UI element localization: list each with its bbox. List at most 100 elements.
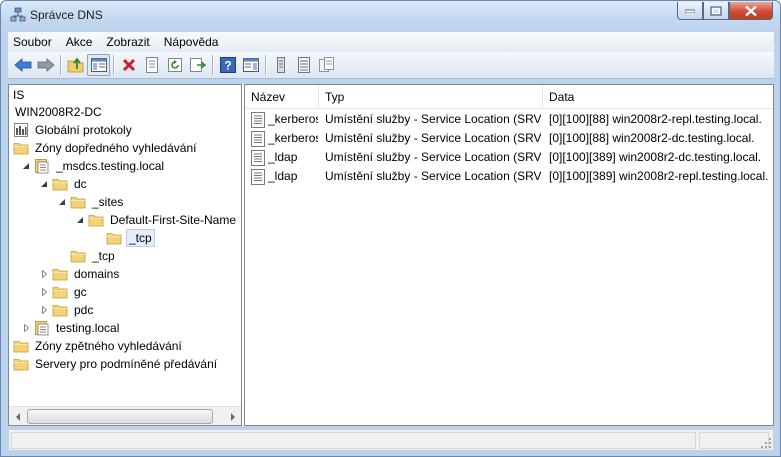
tree-item[interactable]: pdc bbox=[39, 301, 95, 319]
back-button[interactable] bbox=[11, 54, 34, 76]
dns-record-icon bbox=[251, 112, 265, 128]
toolbar-separator bbox=[113, 55, 114, 75]
dns-record-icon bbox=[251, 150, 265, 166]
toolbar: ? bbox=[8, 52, 774, 79]
properties-button[interactable] bbox=[140, 54, 163, 76]
tree-item[interactable]: Globální protokoly bbox=[13, 121, 134, 139]
tree-item-label: domains bbox=[74, 267, 120, 281]
tree-horizontal-scrollbar[interactable] bbox=[9, 406, 241, 425]
record-type: Umístění služby - Service Location (SRV) bbox=[325, 169, 541, 183]
folder-icon bbox=[106, 230, 122, 246]
tree-root[interactable]: IS bbox=[11, 86, 26, 104]
collapsed-arrow-icon[interactable] bbox=[39, 265, 49, 283]
menu-napoveda[interactable]: Nápověda bbox=[158, 32, 225, 52]
tree-item-label: dc bbox=[74, 177, 87, 191]
tree-item[interactable]: WIN2008R2-DC bbox=[13, 103, 104, 121]
resize-grip-icon[interactable] bbox=[760, 437, 772, 449]
menu-zobrazit[interactable]: Zobrazit bbox=[100, 32, 155, 52]
column-header-name[interactable]: Název bbox=[245, 85, 319, 109]
maximize-icon bbox=[710, 6, 722, 15]
svg-text:?: ? bbox=[224, 59, 231, 73]
zone-list-icon bbox=[297, 57, 310, 73]
scroll-left-arrow-icon bbox=[15, 412, 20, 421]
tree-item[interactable]: domains bbox=[39, 265, 121, 283]
menu-soubor[interactable]: Soubor bbox=[8, 32, 58, 52]
folder-icon bbox=[52, 176, 68, 192]
copy-records-button[interactable] bbox=[315, 54, 338, 76]
scroll-track[interactable] bbox=[27, 409, 223, 424]
record-row[interactable]: _ldap Umístění služby - Service Location … bbox=[245, 167, 773, 186]
console-tree[interactable]: IS WIN2008R2-DC Globální protokoly Zóny do… bbox=[8, 84, 242, 426]
zone-list-button[interactable] bbox=[292, 54, 315, 76]
scroll-thumb[interactable] bbox=[27, 409, 213, 424]
scroll-left-button[interactable] bbox=[10, 409, 25, 424]
tree-item[interactable]: Default-First-Site-Name bbox=[75, 211, 238, 229]
tree-item-label: _tcp bbox=[126, 229, 155, 247]
tree-item[interactable]: Zóny dopředného vyhledávání bbox=[13, 139, 198, 157]
folder-icon bbox=[13, 356, 29, 372]
refresh-button[interactable] bbox=[163, 54, 186, 76]
column-header-type[interactable]: Typ bbox=[319, 85, 543, 109]
tree-item[interactable]: _tcp bbox=[93, 229, 155, 247]
record-row[interactable]: _kerberos Umístění služby - Service Locat… bbox=[245, 129, 773, 148]
server-button[interactable] bbox=[269, 54, 292, 76]
expanded-arrow-icon[interactable] bbox=[75, 211, 85, 229]
dns-manager-window: Správce DNS Soubor Akce Zobrazit Nápověd… bbox=[0, 0, 781, 457]
tree-item[interactable]: _msdcs.testing.local bbox=[21, 157, 166, 175]
tree-item[interactable]: Zóny zpětného vyhledávání bbox=[13, 337, 184, 355]
tree-item-label: Zóny zpětného vyhledávání bbox=[35, 339, 182, 353]
tree-item[interactable]: _sites bbox=[57, 193, 125, 211]
copy-records-icon bbox=[318, 57, 334, 72]
record-row[interactable]: _ldap Umístění služby - Service Location … bbox=[245, 148, 773, 167]
tree-item[interactable]: gc bbox=[39, 283, 89, 301]
folder-icon bbox=[13, 140, 29, 156]
folder-icon bbox=[52, 302, 68, 318]
status-pane-secondary bbox=[699, 432, 769, 449]
delete-button[interactable] bbox=[117, 54, 140, 76]
show-hide-console-tree-button[interactable] bbox=[87, 54, 110, 76]
tree-item[interactable]: dc bbox=[39, 175, 89, 193]
tree-item[interactable]: testing.local bbox=[21, 319, 121, 337]
dns-app-icon bbox=[10, 7, 26, 22]
menu-akce[interactable]: Akce bbox=[60, 32, 99, 52]
status-pane-main bbox=[11, 432, 696, 449]
delete-icon bbox=[122, 58, 135, 72]
folder-icon bbox=[88, 212, 104, 228]
expanded-arrow-icon[interactable] bbox=[57, 193, 67, 211]
tree-item-label: Zóny dopředného vyhledávání bbox=[35, 141, 197, 155]
record-name: _ldap bbox=[268, 169, 298, 183]
back-arrow-icon bbox=[13, 58, 31, 72]
export-list-icon bbox=[189, 58, 206, 72]
tree-item-label: WIN2008R2-DC bbox=[15, 105, 102, 119]
expanded-arrow-icon[interactable] bbox=[21, 157, 31, 175]
minimize-button[interactable] bbox=[677, 2, 703, 20]
expanded-arrow-icon[interactable] bbox=[39, 175, 49, 193]
dns-record-icon bbox=[251, 169, 265, 185]
tree-item-label: gc bbox=[74, 285, 87, 299]
folder-icon bbox=[52, 284, 68, 300]
collapsed-arrow-icon[interactable] bbox=[39, 301, 49, 319]
tree-item[interactable]: _tcp bbox=[57, 247, 117, 265]
maximize-button[interactable] bbox=[703, 2, 729, 20]
export-list-button[interactable] bbox=[186, 54, 209, 76]
up-folder-icon bbox=[67, 57, 83, 73]
collapsed-arrow-icon[interactable] bbox=[21, 319, 31, 337]
tree-item[interactable]: Servery pro podmíněné předávání bbox=[13, 355, 219, 373]
properties-icon bbox=[145, 57, 158, 73]
scroll-right-button[interactable] bbox=[225, 409, 240, 424]
dns-record-icon bbox=[251, 131, 265, 147]
status-bar bbox=[8, 429, 774, 451]
scroll-right-arrow-icon bbox=[230, 412, 235, 421]
close-button[interactable] bbox=[729, 2, 773, 20]
up-one-level-button[interactable] bbox=[64, 54, 87, 76]
tree-item-label: _tcp bbox=[92, 249, 115, 263]
forward-button[interactable] bbox=[34, 54, 57, 76]
results-list[interactable]: Název Typ Data _kerberos Umístění služby … bbox=[244, 84, 774, 426]
column-header-data[interactable]: Data bbox=[543, 85, 773, 109]
collapsed-arrow-icon[interactable] bbox=[39, 283, 49, 301]
title-bar[interactable]: Správce DNS bbox=[1, 1, 780, 31]
record-row[interactable]: _kerberos Umístění služby - Service Locat… bbox=[245, 110, 773, 129]
help-button[interactable]: ? bbox=[216, 54, 239, 76]
show-hide-action-pane-button[interactable] bbox=[239, 54, 262, 76]
